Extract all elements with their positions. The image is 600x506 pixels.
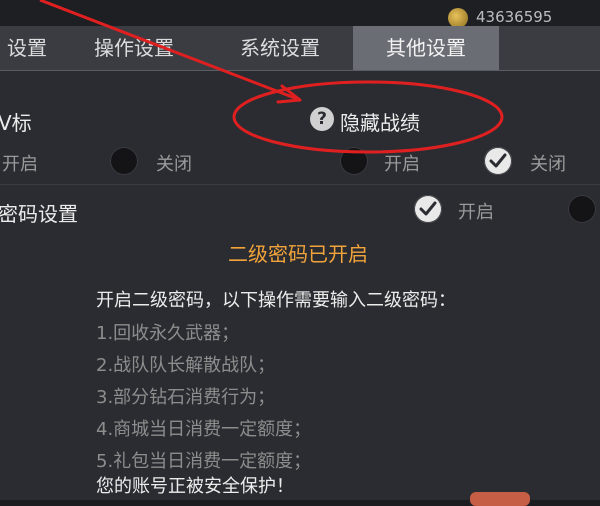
password-on-label: 开启 <box>458 202 494 223</box>
hide-stats-on-label: 开启 <box>384 154 420 175</box>
v-mark-off-label: 关闭 <box>156 154 192 175</box>
password-on-radio[interactable] <box>414 195 442 223</box>
coin-icon <box>448 8 468 28</box>
password-settings-label: 密码设置 <box>0 202 78 226</box>
v-mark-off-radio[interactable] <box>110 147 138 175</box>
v-mark-label: V标 <box>0 111 32 135</box>
settings-tab-bar: 设置 操作设置 系统设置 其他设置 <box>0 26 600 71</box>
password-off-radio[interactable] <box>568 195 596 223</box>
currency-amount: 43636595 <box>476 8 553 26</box>
tab-other-settings[interactable]: 其他设置 <box>353 26 499 70</box>
tab-system-settings[interactable]: 系统设置 <box>218 26 342 70</box>
password-status-text: 二级密码已开启 <box>228 242 368 266</box>
tab-settings[interactable]: 设置 <box>0 26 72 70</box>
security-footer-text: 您的账号正被安全保护！ <box>96 476 294 497</box>
hide-stats-on-radio[interactable] <box>340 147 368 175</box>
action-button[interactable] <box>470 492 530 506</box>
list-item: 1.回收永久武器； <box>96 323 240 344</box>
hide-stats-off-label: 关闭 <box>530 154 566 175</box>
tab-control-settings[interactable]: 操作设置 <box>72 26 196 70</box>
hide-stats-label: 隐藏战绩 <box>340 111 420 135</box>
hide-stats-off-radio[interactable] <box>484 147 512 175</box>
help-question-icon[interactable]: ? <box>310 107 334 131</box>
v-mark-on-label: 开启 <box>2 154 38 175</box>
list-item: 2.战队队长解散战队； <box>96 355 276 376</box>
protected-actions-list: 1.回收永久武器； 2.战队队长解散战队； 3.部分钻石消费行为； 4.商城当日… <box>96 318 311 478</box>
section-divider <box>0 184 600 185</box>
checkmark-icon <box>489 153 507 168</box>
list-item: 3.部分钻石消费行为； <box>96 387 276 408</box>
list-item: 4.商城当日消费一定额度； <box>96 419 312 440</box>
password-intro-text: 开启二级密码，以下操作需要输入二级密码： <box>96 290 456 311</box>
top-status-bar: 43636595 <box>0 0 600 28</box>
checkmark-icon <box>419 201 437 216</box>
